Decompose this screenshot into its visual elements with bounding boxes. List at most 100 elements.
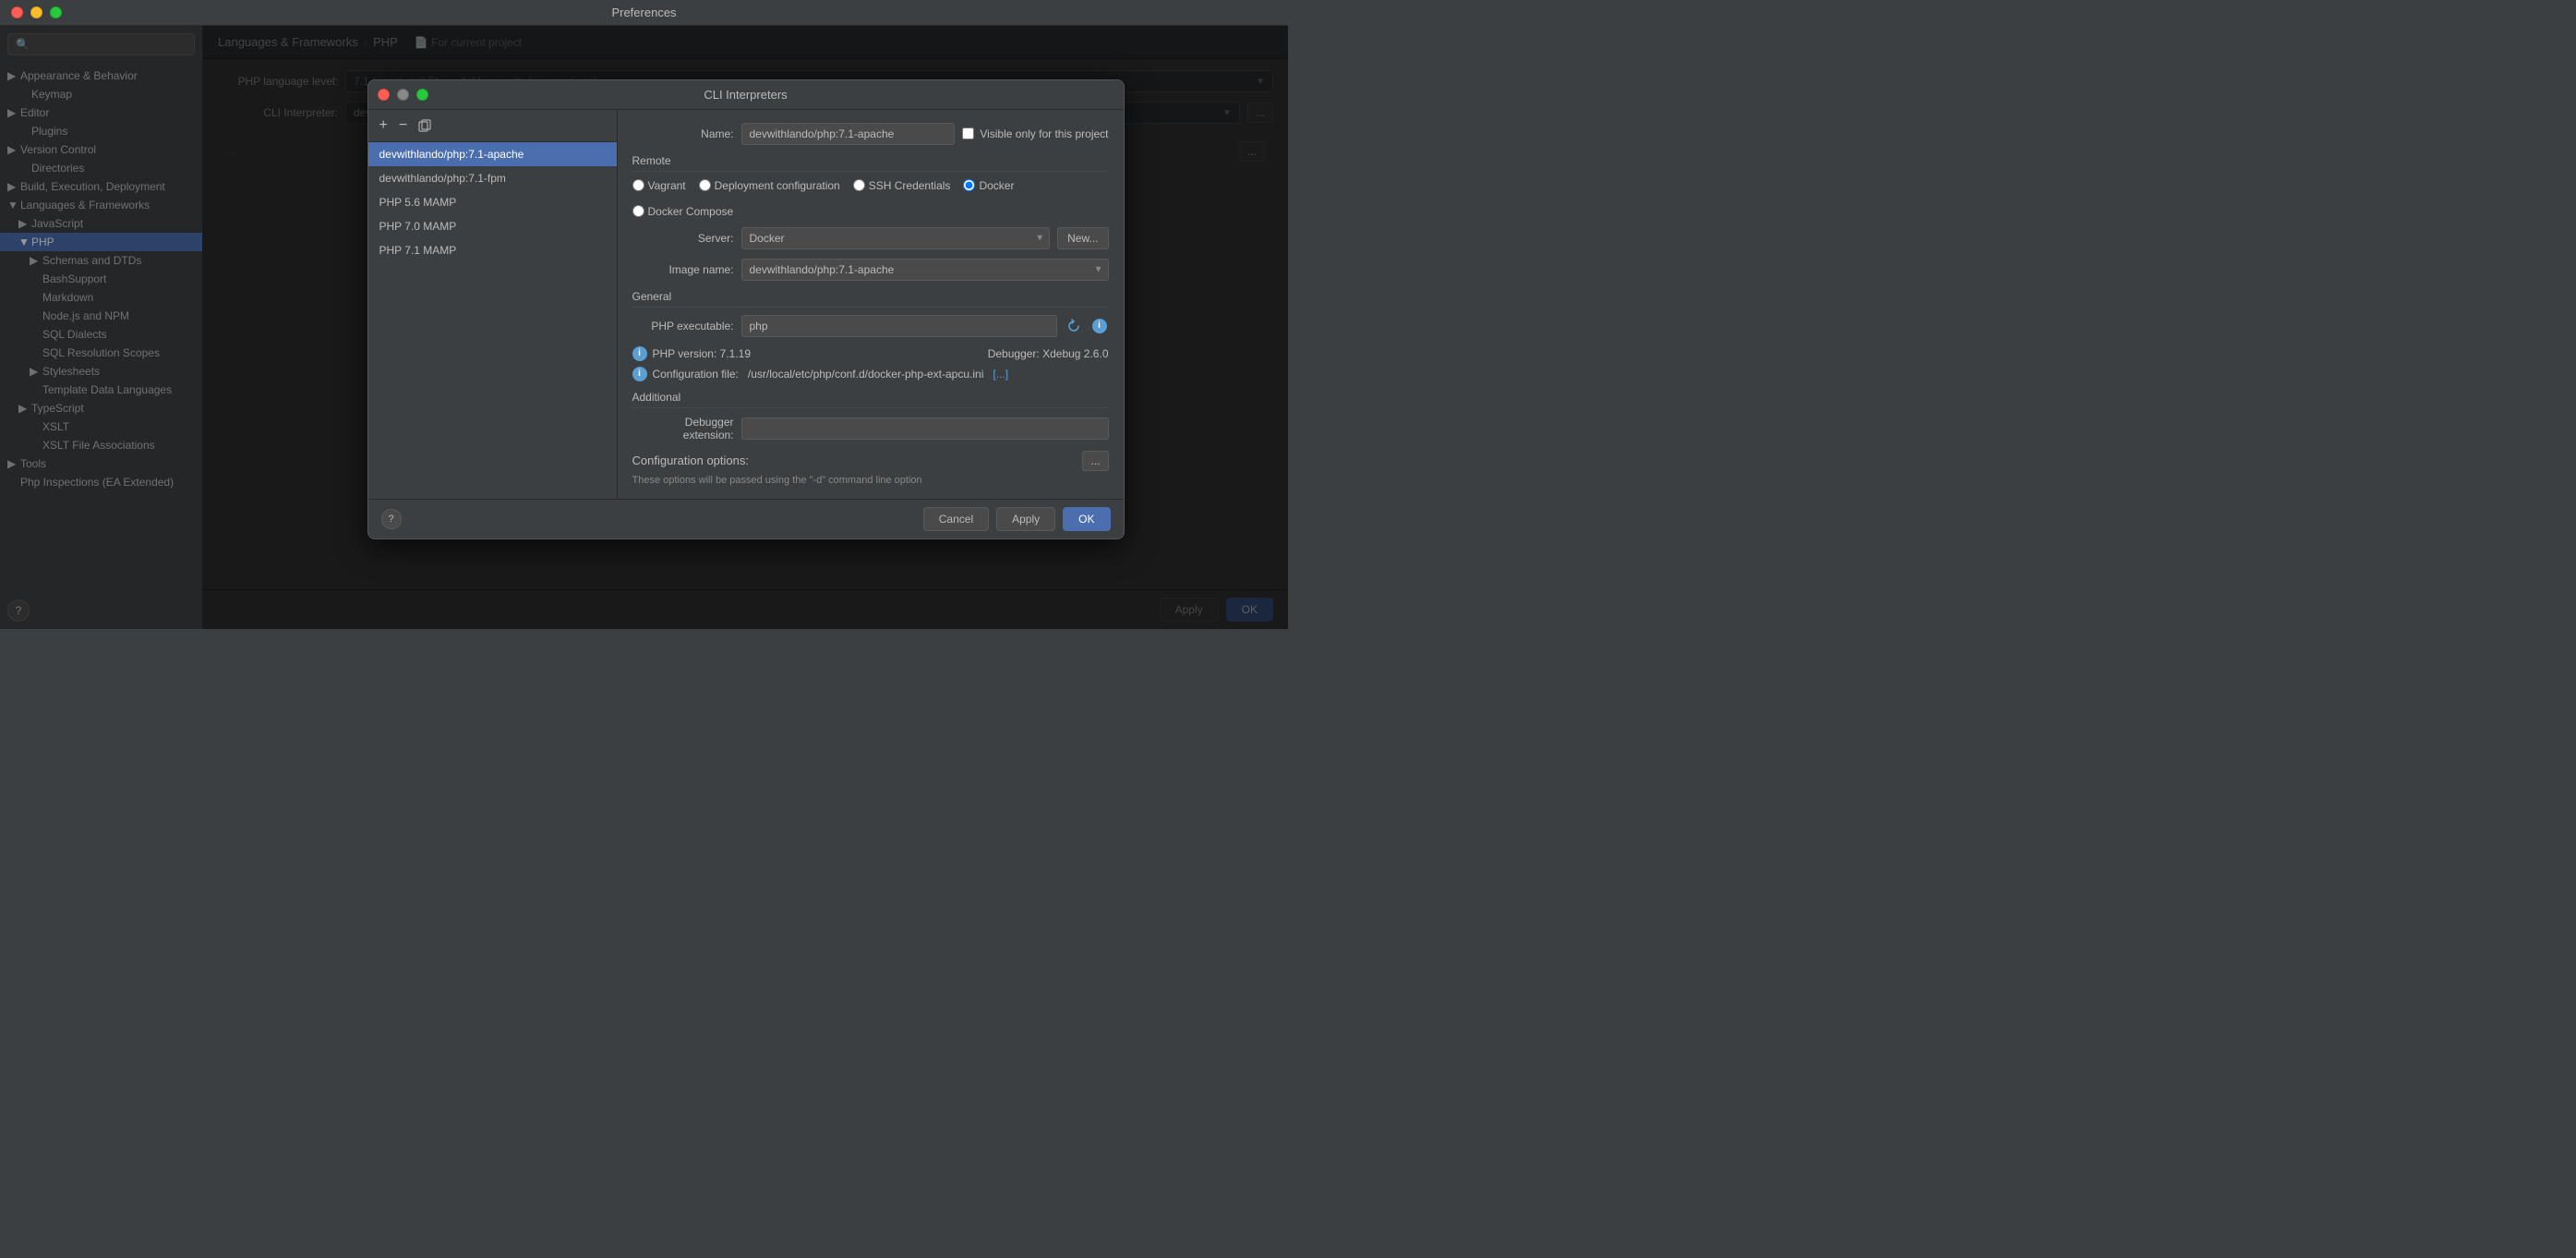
sidebar-item-editor[interactable]: ▶ Editor xyxy=(0,103,202,122)
sidebar-label: PHP xyxy=(31,236,54,248)
arrow-icon: ▶ xyxy=(7,180,20,193)
sidebar-item-markdown[interactable]: Markdown xyxy=(0,288,202,307)
sidebar-item-schemas[interactable]: ▶ Schemas and DTDs xyxy=(0,251,202,270)
php-version-row: i PHP version: 7.1.19 Debugger: Xdebug 2… xyxy=(632,346,1109,361)
server-select[interactable]: Docker xyxy=(741,227,1051,249)
php-version-text: PHP version: 7.1.19 xyxy=(653,347,752,360)
sidebar-label: XSLT xyxy=(42,420,69,433)
visible-checkbox-row[interactable]: Visible only for this project xyxy=(962,127,1108,140)
radio-vagrant-label: Vagrant xyxy=(648,179,686,192)
dialog-cancel-button[interactable]: Cancel xyxy=(923,507,989,531)
dialog-apply-button[interactable]: Apply xyxy=(996,507,1055,531)
sidebar-item-template-data[interactable]: Template Data Languages xyxy=(0,381,202,399)
sidebar-item-appearance[interactable]: ▶ Appearance & Behavior xyxy=(0,67,202,85)
visible-checkbox[interactable] xyxy=(962,127,974,139)
sidebar-item-tools[interactable]: ▶ Tools xyxy=(0,454,202,473)
sidebar-item-xslt[interactable]: XSLT xyxy=(0,417,202,436)
list-item-php70[interactable]: PHP 7.0 MAMP xyxy=(368,214,617,238)
sidebar-label: Version Control xyxy=(20,143,96,156)
list-item-label: devwithlando/php:7.1-apache xyxy=(379,148,524,161)
radio-docker-input[interactable] xyxy=(963,179,975,191)
sidebar-item-php-inspections[interactable]: Php Inspections (EA Extended) xyxy=(0,473,202,491)
dialog-body: + − devwithlando/php:7.1-ap xyxy=(368,110,1124,499)
dialog-help-button[interactable]: ? xyxy=(381,509,402,529)
arrow-icon: ▼ xyxy=(7,199,20,212)
dialog-titlebar: CLI Interpreters xyxy=(368,80,1124,110)
radio-vagrant[interactable]: Vagrant xyxy=(632,179,686,192)
sidebar-item-plugins[interactable]: Plugins xyxy=(0,122,202,140)
config-file-row: i Configuration file: /usr/local/etc/php… xyxy=(632,367,1109,381)
remote-radio-group: Vagrant Deployment configuration SSH Cre… xyxy=(632,179,1109,218)
sidebar-item-nodejs[interactable]: Node.js and NPM xyxy=(0,307,202,325)
list-item-php56[interactable]: PHP 5.6 MAMP xyxy=(368,190,617,214)
list-item-label: PHP 7.1 MAMP xyxy=(379,244,457,257)
sidebar-item-stylesheets[interactable]: ▶ Stylesheets xyxy=(0,362,202,381)
info-icon: i xyxy=(632,367,647,381)
maximize-button[interactable] xyxy=(50,6,62,18)
sidebar-item-sql-resolution[interactable]: SQL Resolution Scopes xyxy=(0,344,202,362)
config-file-path: /usr/local/etc/php/conf.d/docker-php-ext… xyxy=(748,368,983,381)
sidebar-item-build[interactable]: ▶ Build, Execution, Deployment xyxy=(0,177,202,196)
radio-deployment-input[interactable] xyxy=(699,179,711,191)
refresh-button[interactable] xyxy=(1065,317,1083,335)
list-item-fpm[interactable]: devwithlando/php:7.1-fpm xyxy=(368,166,617,190)
sidebar-item-sql-dialects[interactable]: SQL Dialects xyxy=(0,325,202,344)
sidebar-item-version-control[interactable]: ▶ Version Control xyxy=(0,140,202,159)
add-interpreter-button[interactable]: + xyxy=(376,115,391,136)
config-options-more-button[interactable]: ... xyxy=(1082,451,1108,471)
radio-deployment[interactable]: Deployment configuration xyxy=(699,179,840,192)
php-executable-input[interactable] xyxy=(741,315,1057,337)
sidebar-label: Keymap xyxy=(31,88,72,101)
sidebar-item-xslt-file[interactable]: XSLT File Associations xyxy=(0,436,202,454)
window-controls[interactable] xyxy=(11,6,62,18)
radio-docker-compose-input[interactable] xyxy=(632,205,644,217)
radio-deployment-label: Deployment configuration xyxy=(715,179,840,192)
dialog-window-controls[interactable] xyxy=(378,89,428,101)
arrow-icon: ▶ xyxy=(7,69,20,82)
info-button[interactable]: i xyxy=(1090,317,1109,335)
list-item-label: PHP 5.6 MAMP xyxy=(379,196,457,209)
info-icon: i xyxy=(632,346,647,361)
radio-docker-label: Docker xyxy=(979,179,1014,192)
title-bar: Preferences xyxy=(0,0,1288,26)
radio-ssh-input[interactable] xyxy=(853,179,865,191)
radio-docker[interactable]: Docker xyxy=(963,179,1014,192)
close-button[interactable] xyxy=(11,6,23,18)
list-item-php71[interactable]: PHP 7.1 MAMP xyxy=(368,238,617,262)
sidebar-item-php[interactable]: ▼ PHP xyxy=(0,233,202,251)
minimize-button[interactable] xyxy=(30,6,42,18)
config-hint: These options will be passed using the "… xyxy=(632,475,1109,486)
sidebar-label: Languages & Frameworks xyxy=(20,199,150,212)
arrow-icon: ▼ xyxy=(18,236,31,248)
sidebar-item-keymap[interactable]: Keymap xyxy=(0,85,202,103)
dialog-close-button[interactable] xyxy=(378,89,390,101)
radio-docker-compose[interactable]: Docker Compose xyxy=(632,205,734,218)
config-options-row: Configuration options: ... xyxy=(632,451,1109,471)
debugger-ext-input[interactable] xyxy=(741,417,1109,440)
sidebar-item-directories[interactable]: Directories xyxy=(0,159,202,177)
dialog-maximize-button[interactable] xyxy=(416,89,428,101)
new-server-button[interactable]: New... xyxy=(1057,227,1108,249)
search-input[interactable] xyxy=(35,38,187,51)
list-item-apache[interactable]: devwithlando/php:7.1-apache xyxy=(368,142,617,166)
config-file-label: Configuration file: xyxy=(653,368,739,381)
help-button[interactable]: ? xyxy=(7,599,30,622)
sidebar-item-javascript[interactable]: ▶ JavaScript xyxy=(0,214,202,233)
image-select[interactable]: devwithlando/php:7.1-apache xyxy=(741,259,1109,281)
debugger-ext-label: Debugger extension: xyxy=(632,416,734,442)
config-file-link[interactable]: [...] xyxy=(993,368,1008,381)
radio-vagrant-input[interactable] xyxy=(632,179,644,191)
sidebar-item-bashsupport[interactable]: BashSupport xyxy=(0,270,202,288)
remove-interpreter-button[interactable]: − xyxy=(395,115,411,136)
radio-ssh[interactable]: SSH Credentials xyxy=(853,179,951,192)
sidebar-item-languages[interactable]: ▼ Languages & Frameworks xyxy=(0,196,202,214)
copy-interpreter-button[interactable] xyxy=(415,117,435,134)
dialog-overlay: CLI Interpreters + − xyxy=(203,26,1288,629)
arrow-icon: ▶ xyxy=(18,217,31,230)
dialog-ok-button[interactable]: OK xyxy=(1063,507,1110,531)
name-input[interactable] xyxy=(741,123,956,145)
config-options-label: Configuration options: xyxy=(632,454,749,467)
sidebar-label: Appearance & Behavior xyxy=(20,69,138,82)
sidebar-item-typescript[interactable]: ▶ TypeScript xyxy=(0,399,202,417)
search-box[interactable]: 🔍 xyxy=(7,33,195,55)
